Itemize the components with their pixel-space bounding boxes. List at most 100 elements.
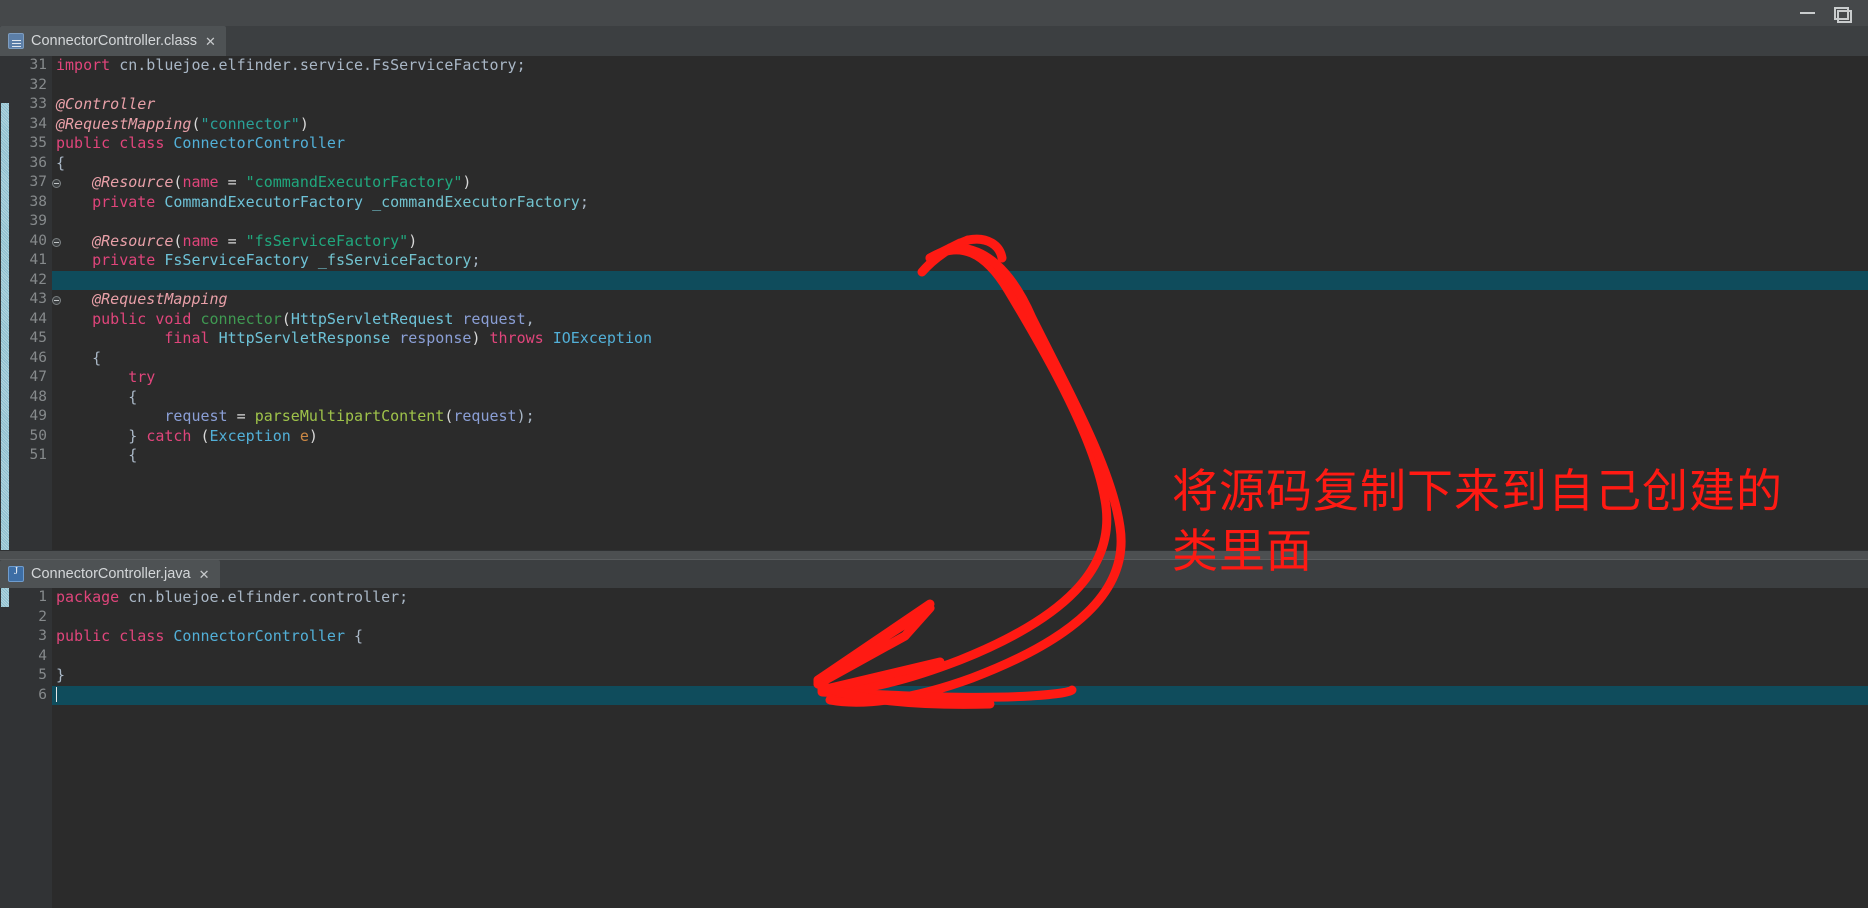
code-token: public void — [92, 309, 201, 328]
restore-button[interactable] — [1824, 0, 1858, 26]
code-line[interactable]: private FsServiceFactory _fsServiceFacto… — [54, 251, 1868, 271]
code-line[interactable]: { — [54, 349, 1868, 369]
code-line[interactable]: } catch (Exception e) — [54, 427, 1868, 447]
tab-strip-top: ConnectorController.class ✕ — [0, 26, 1868, 56]
line-number: 46 — [29, 349, 47, 366]
code-line[interactable]: @RequestMapping — [54, 290, 1868, 310]
code-line[interactable]: request = parseMultipartContent(request)… — [54, 407, 1868, 427]
code-line[interactable] — [52, 270, 1868, 290]
line-number-gutter-bottom[interactable]: 1 2 3 4 5 6 — [10, 588, 52, 908]
code-line[interactable] — [52, 685, 1868, 705]
code-line[interactable]: { — [54, 388, 1868, 408]
code-token: IOException — [552, 329, 653, 347]
code-token: ( — [281, 309, 291, 328]
line-number: 4 — [38, 647, 47, 664]
code-token: } — [56, 426, 147, 445]
pane-splitter[interactable] — [0, 550, 1868, 560]
code-line[interactable] — [54, 212, 1868, 232]
code-token: HttpServletResponse — [218, 329, 391, 347]
code-line[interactable]: { — [54, 154, 1868, 174]
code-token: FsServiceFactory — [164, 251, 309, 269]
window-title-bar — [0, 0, 1868, 26]
code-line[interactable]: try — [54, 368, 1868, 388]
code-line[interactable]: public void connector(HttpServletRequest… — [54, 310, 1868, 330]
tab-connectorcontroller-class[interactable]: ConnectorController.class ✕ — [0, 26, 226, 56]
line-number: 44 — [29, 310, 47, 327]
line-number: 35 — [29, 135, 47, 151]
code-token: public class — [56, 627, 174, 645]
code-token: { — [56, 153, 66, 172]
code-token: "commandExecutorFactory" — [245, 173, 463, 191]
vcs-change-stripe[interactable] — [0, 56, 10, 556]
close-icon[interactable]: ✕ — [199, 568, 210, 581]
code-token: response — [399, 329, 472, 347]
minimize-icon — [1799, 12, 1815, 14]
code-token: @Controller — [56, 95, 156, 113]
code-line[interactable]: import cn.bluejoe.elfinder.service.FsSer… — [54, 56, 1868, 76]
line-number: 47 — [29, 369, 47, 385]
code-line[interactable]: { — [54, 446, 1868, 466]
code-line[interactable]: public class ConnectorController — [54, 134, 1868, 154]
code-token: ) — [299, 114, 309, 133]
code-token: parseMultipartContent — [254, 407, 445, 425]
code-line[interactable] — [54, 76, 1868, 96]
code-content-bottom[interactable]: package cn.bluejoe.elfinder.controller; … — [52, 588, 1868, 908]
code-content-top[interactable]: import cn.bluejoe.elfinder.service.FsSer… — [52, 56, 1868, 556]
line-number: 1 — [38, 589, 47, 605]
code-token: request — [164, 407, 228, 425]
vcs-change-stripe[interactable] — [0, 588, 10, 908]
code-line[interactable]: @RequestMapping("connector") — [54, 115, 1868, 135]
line-number: 33 — [29, 96, 47, 112]
code-token: "fsServiceFactory" — [245, 231, 409, 250]
code-token: { — [56, 387, 138, 406]
code-token: ); — [516, 407, 535, 425]
code-token: try — [128, 368, 156, 386]
code-line[interactable]: @Controller — [54, 95, 1868, 115]
code-line[interactable] — [54, 647, 1868, 667]
close-icon[interactable]: ✕ — [205, 35, 216, 48]
editor-pane-class-file: ConnectorController.class ✕ 31 32 33 34 35 36… — [0, 26, 1868, 556]
line-number: 49 — [29, 408, 47, 424]
code-line[interactable]: public class ConnectorController { — [54, 627, 1868, 647]
code-line[interactable]: } — [54, 666, 1868, 686]
code-line[interactable]: package cn.bluejoe.elfinder.controller; — [54, 588, 1868, 608]
code-token: ) — [408, 231, 418, 250]
tab-connectorcontroller-java[interactable]: ConnectorController.java ✕ — [0, 560, 220, 588]
code-token: request — [453, 407, 517, 425]
code-token: cn.bluejoe.elfinder.service.FsServiceFac… — [119, 56, 526, 74]
code-token: ConnectorController — [173, 134, 345, 152]
line-number: 3 — [38, 628, 47, 644]
java-file-icon — [8, 565, 24, 582]
code-token: request — [462, 309, 526, 328]
code-line[interactable]: @Resource(name = "commandExecutorFactory… — [54, 173, 1868, 193]
code-token: private — [92, 192, 165, 211]
tab-label: ConnectorController.java — [31, 566, 191, 582]
code-editor-class-file[interactable]: 31 32 33 34 35 36 37 38 39 40 41 42 43 44 45 46 47 48 49 50… — [0, 56, 1868, 556]
ide-window: ConnectorController.class ✕ 31 32 33 34 35 36… — [0, 0, 1868, 908]
code-token: ConnectorController — [173, 627, 345, 645]
change-marker — [1, 588, 9, 607]
line-number: 45 — [29, 330, 47, 346]
line-number-gutter-top[interactable]: 31 32 33 34 35 36 37 38 39 40 41 42 43 44 45 46 47 48 49 50… — [10, 56, 61, 556]
code-token: ) — [308, 426, 318, 445]
code-editor-java-file[interactable]: 1 2 3 4 5 6 package cn.bluejoe.elfinder.contr… — [0, 588, 1868, 908]
code-token: { — [56, 348, 102, 367]
line-number: 51 — [29, 447, 47, 463]
code-line[interactable]: final HttpServletResponse response) thro… — [54, 329, 1868, 349]
text-caret — [56, 686, 57, 702]
code-token: = — [218, 173, 246, 191]
code-token: package — [56, 588, 129, 606]
code-line[interactable] — [54, 608, 1868, 628]
minimize-button[interactable] — [1790, 0, 1824, 26]
code-token: public class — [56, 134, 174, 152]
code-line[interactable]: private CommandExecutorFactory _commandE… — [54, 193, 1868, 213]
line-number: 6 — [38, 686, 47, 703]
code-line[interactable]: @Resource(name = "fsServiceFactory") — [54, 232, 1868, 252]
